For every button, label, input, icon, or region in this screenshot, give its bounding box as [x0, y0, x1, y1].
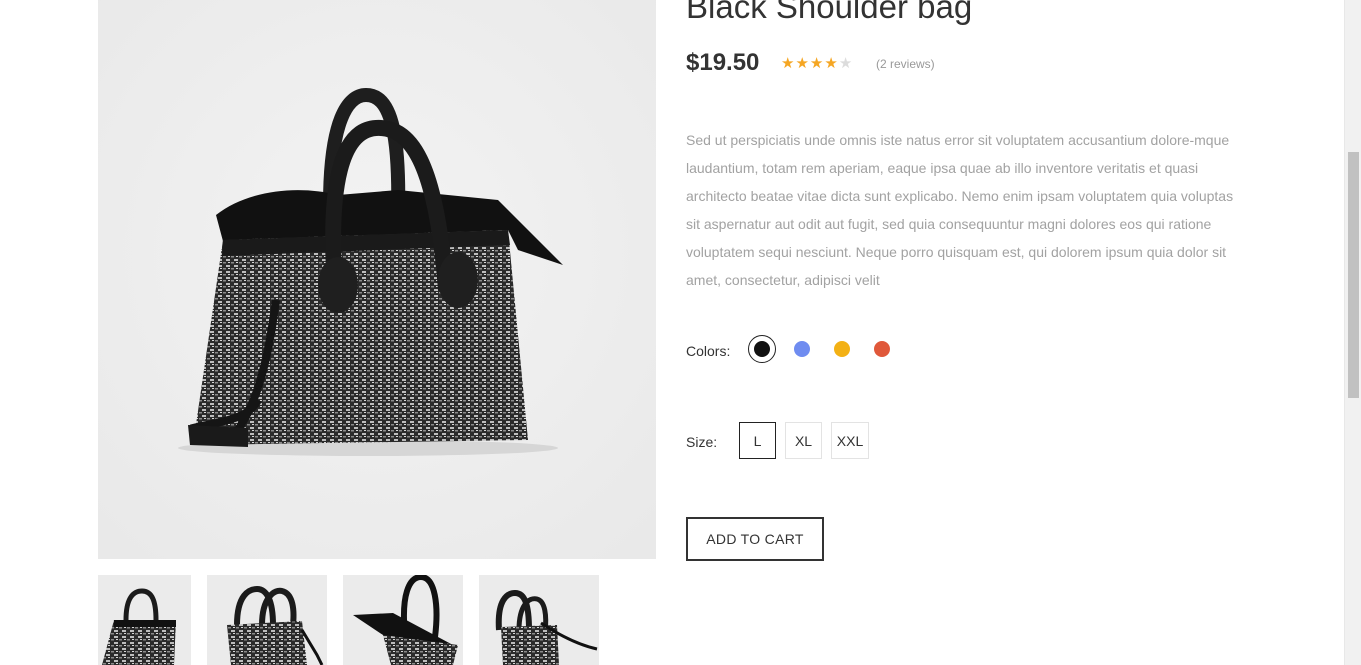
- page-scrollbar[interactable]: [1344, 0, 1361, 665]
- star-filled-icon: ★: [795, 55, 809, 72]
- rating-stars: ★ ★ ★ ★ ★: [781, 56, 852, 71]
- color-swatch-yellow[interactable]: [834, 341, 850, 357]
- product-page: Black Shoulder bag $19.50 ★ ★ ★ ★ ★ (2 revie…: [0, 0, 1361, 665]
- size-option-xl[interactable]: XL: [785, 422, 822, 459]
- star-filled-icon: ★: [809, 55, 824, 72]
- star-filled-icon: ★: [824, 55, 838, 72]
- thumbnail-angled[interactable]: [479, 575, 599, 665]
- main-product-image[interactable]: [98, 0, 656, 559]
- color-swatch-black[interactable]: [748, 335, 776, 363]
- product-price: $19.50: [686, 49, 760, 76]
- thumbnail-front[interactable]: [98, 575, 191, 665]
- reviews-count[interactable]: (2 reviews): [876, 57, 935, 71]
- star-empty-icon: ★: [838, 55, 853, 72]
- scrollbar-thumb[interactable]: [1348, 152, 1359, 398]
- color-dot: [754, 341, 770, 357]
- thumbnail-side[interactable]: [207, 575, 327, 665]
- color-swatch-blue[interactable]: [794, 341, 810, 357]
- thumbnail-top-open[interactable]: [343, 575, 463, 665]
- size-label: Size:: [686, 434, 718, 450]
- product-description: Sed ut perspiciatis unde omnis iste natu…: [686, 132, 1234, 288]
- size-option-xxl[interactable]: XXL: [831, 422, 869, 459]
- add-to-cart-button[interactable]: ADD TO CART: [686, 517, 824, 561]
- colors-label: Colors:: [686, 343, 731, 359]
- color-swatch-red[interactable]: [874, 341, 890, 357]
- size-option-l[interactable]: L: [739, 422, 776, 459]
- star-filled-icon: ★: [781, 55, 795, 72]
- product-title: Black Shoulder bag: [686, 0, 973, 25]
